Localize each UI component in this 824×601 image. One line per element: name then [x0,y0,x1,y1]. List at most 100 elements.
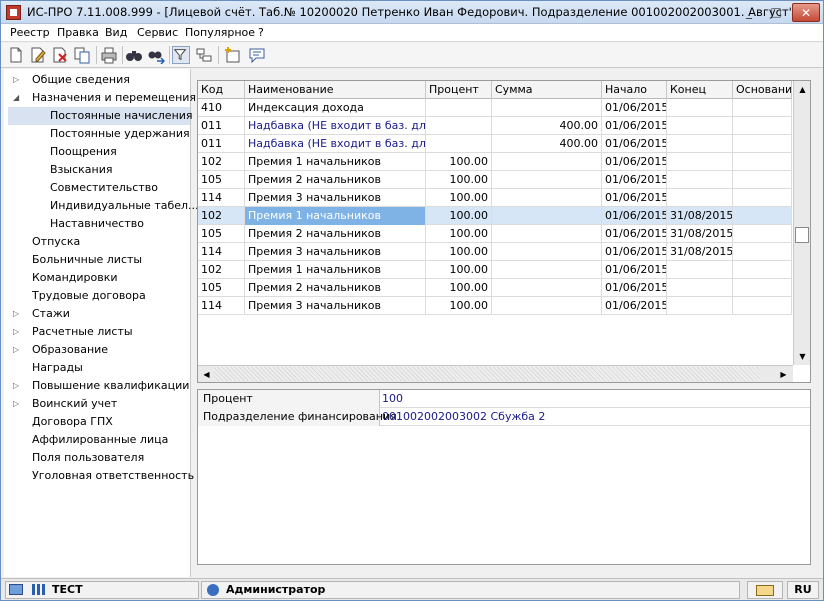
cell-percent[interactable]: 100.00 [426,297,492,315]
cell-code[interactable]: 105 [198,171,245,189]
tree-item-general-info[interactable]: Общие сведения [32,71,130,89]
scroll-up-icon[interactable]: ▲ [795,82,810,97]
cell-code[interactable]: 102 [198,207,245,225]
column-header-start[interactable]: Начало [602,81,667,99]
property-value[interactable]: 100 [382,390,403,408]
tree-item-business-trips[interactable]: Командировки [32,269,118,287]
column-header-name[interactable]: Наименование [245,81,426,99]
column-header-sum[interactable]: Сумма [492,81,602,99]
table-row[interactable]: 114 Премия 3 начальников 100.00 01/06/2015 [198,189,792,207]
cell-name[interactable]: Премия 3 начальников [245,189,426,207]
expand-arrow-icon[interactable]: ▷ [13,323,23,341]
filter-icon[interactable] [172,46,190,64]
cell-percent[interactable] [426,99,492,117]
cell-code[interactable]: 011 [198,117,245,135]
cell-sum[interactable] [492,207,602,225]
expand-arrow-icon[interactable]: ▷ [13,341,23,359]
expand-arrow-icon[interactable]: ▷ [13,305,23,323]
vertical-scrollbar[interactable]: ▲ ▼ [793,81,810,365]
cell-end[interactable] [667,279,733,297]
scroll-right-icon[interactable]: ▶ [776,367,791,382]
cell-start[interactable]: 01/06/2015 [602,99,667,117]
cell-end[interactable] [667,117,733,135]
tree-item-part-time[interactable]: Совместительство [50,179,158,197]
table-row[interactable]: 105 Премия 2 начальников 100.00 01/06/2015 [198,279,792,297]
new-folder-icon[interactable] [224,46,242,64]
tree-item-civil-contracts[interactable]: Договора ГПХ [32,413,113,431]
cell-name[interactable]: Премия 2 начальников [245,225,426,243]
cell-basis[interactable] [733,243,792,261]
cell-start[interactable]: 01/06/2015 [602,261,667,279]
cell-end[interactable]: 31/08/2015 [667,207,733,225]
cell-end[interactable] [667,171,733,189]
menu-view[interactable]: Вид [105,26,127,39]
cell-sum[interactable] [492,153,602,171]
property-value[interactable]: 001002002003002 Сбужба 2 [382,408,545,426]
tree-item-assignments[interactable]: Назначения и перемещения [32,89,196,107]
cell-basis[interactable] [733,153,792,171]
cell-code[interactable]: 105 [198,279,245,297]
tree-item-payslips[interactable]: Расчетные листы [32,323,133,341]
mail-panel[interactable] [747,581,783,599]
cell-name[interactable]: Надбавка (НЕ входит в баз. для ... [245,117,426,135]
property-row[interactable]: Подразделение финансирования 00100200200… [198,408,810,426]
cell-sum[interactable] [492,99,602,117]
new-doc-icon[interactable] [7,46,25,64]
cell-end[interactable]: 31/08/2015 [667,243,733,261]
collapse-arrow-icon[interactable]: ◢ [13,89,23,107]
cell-name[interactable]: Премия 1 начальников [245,207,426,225]
cell-percent[interactable]: 100.00 [426,171,492,189]
cell-basis[interactable] [733,261,792,279]
tree-item-vacations[interactable]: Отпуска [32,233,80,251]
cell-code[interactable]: 114 [198,297,245,315]
menu-help[interactable]: ? [258,26,264,39]
cell-name[interactable]: Премия 3 начальников [245,243,426,261]
cell-start[interactable]: 01/06/2015 [602,243,667,261]
tree-item-education[interactable]: Образование [32,341,108,359]
menu-service[interactable]: Сервис [137,26,178,39]
tree-item-permanent-deductions[interactable]: Постоянные удержания [50,125,190,143]
cell-start[interactable]: 01/06/2015 [602,297,667,315]
find-next-icon[interactable] [147,46,166,65]
language-indicator[interactable]: RU [787,581,819,599]
cell-name[interactable]: Надбавка (НЕ входит в баз. для ... [245,135,426,153]
tree-item-mentoring[interactable]: Наставничество [50,215,144,233]
cell-basis[interactable] [733,279,792,297]
vertical-scroll-thumb[interactable] [795,227,809,243]
column-header-code[interactable]: Код [198,81,245,99]
cell-start[interactable]: 01/06/2015 [602,225,667,243]
expand-arrow-icon[interactable]: ▷ [13,395,23,413]
cell-percent[interactable] [426,135,492,153]
tree-item-qualification[interactable]: Повышение квалификации [32,377,189,395]
cell-end[interactable] [667,189,733,207]
cell-sum[interactable] [492,243,602,261]
property-row[interactable]: Процент 100 [198,390,810,408]
table-row[interactable]: 410 Индексация дохода 01/06/2015 [198,99,792,117]
edit-icon[interactable] [29,46,47,64]
table-row[interactable]: 102 Премия 1 начальников 100.00 01/06/2015 [198,261,792,279]
menu-popular[interactable]: Популярное [185,26,255,39]
horizontal-scrollbar[interactable]: ◀ ▶ [198,365,793,382]
tree-item-labor-contracts[interactable]: Трудовые договора [32,287,146,305]
cell-sum[interactable]: 400.00 [492,135,602,153]
column-header-percent[interactable]: Процент [426,81,492,99]
cell-basis[interactable] [733,225,792,243]
cell-percent[interactable]: 100.00 [426,261,492,279]
table-row[interactable]: 102 Премия 1 начальников 100.00 01/06/2015 3… [198,207,792,225]
cell-end[interactable] [667,135,733,153]
cell-start[interactable]: 01/06/2015 [602,207,667,225]
cell-basis[interactable] [733,135,792,153]
tree-item-seniority[interactable]: Стажи [32,305,70,323]
cell-end[interactable]: 31/08/2015 [667,225,733,243]
cell-code[interactable]: 410 [198,99,245,117]
expand-arrow-icon[interactable]: ▷ [13,377,23,395]
cell-basis[interactable] [733,297,792,315]
cell-start[interactable]: 01/06/2015 [602,153,667,171]
table-row[interactable]: 011Надбавка (НЕ входит в баз. для ... 400… [198,117,792,135]
cell-name[interactable]: Премия 3 начальников [245,297,426,315]
cell-start[interactable]: 01/06/2015 [602,189,667,207]
cell-percent[interactable]: 100.00 [426,279,492,297]
cell-percent[interactable]: 100.00 [426,207,492,225]
table-row[interactable]: 105 Премия 2 начальников 100.00 01/06/2015 3… [198,225,792,243]
scroll-down-icon[interactable]: ▼ [795,349,810,364]
